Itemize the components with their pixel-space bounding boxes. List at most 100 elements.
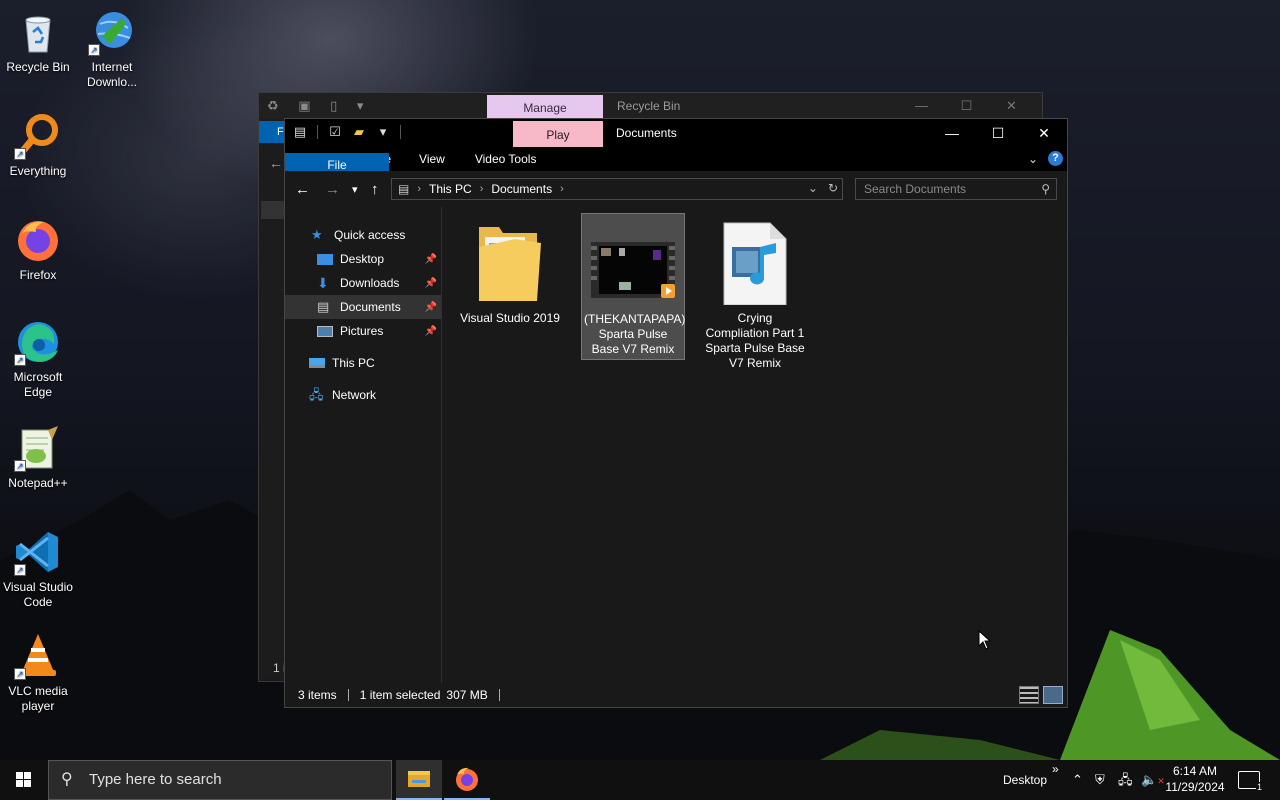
notification-count: 1	[1255, 782, 1263, 792]
shortcut-arrow-icon: ↗	[14, 354, 26, 366]
notification-center-icon[interactable]: 1	[1238, 771, 1263, 792]
security-shield-icon[interactable]: ⛨	[1095, 760, 1105, 800]
nav-label: This PC	[332, 356, 375, 370]
file-name: Crying Compliation Part 1 Sparta Pulse B…	[705, 311, 805, 370]
network-status-icon[interactable]: 🖧	[1118, 760, 1133, 800]
refresh-icon[interactable]: ↻	[828, 181, 838, 195]
documents-window[interactable]: ▤ ☑ ▰ ▾ Play Documents — ☐ ✕ File Home S…	[284, 118, 1068, 708]
close-button[interactable]: ✕	[1021, 119, 1067, 147]
maximize-button[interactable]: ☐	[975, 119, 1021, 147]
help-icon[interactable]: ?	[1048, 151, 1063, 166]
up-arrow-icon[interactable]: ↑	[371, 181, 379, 198]
search-placeholder: Search Documents	[864, 182, 967, 196]
desktop-icon-firefox[interactable]: Firefox	[0, 216, 76, 283]
file-item-video-selected[interactable]: (THEKANTAPAPA) Sparta Pulse Base V7 Remi…	[581, 213, 685, 360]
windows-logo-icon	[16, 772, 31, 787]
file-tab[interactable]: F	[259, 121, 285, 143]
separator	[498, 689, 500, 701]
desktop-icon-vlc[interactable]: ↗ VLC media player	[0, 632, 76, 714]
large-icons-view-icon[interactable]	[1043, 686, 1063, 704]
file-item-folder[interactable]: Visual Studio 2019	[458, 213, 562, 328]
minimize-button[interactable]: —	[899, 93, 944, 119]
recycle-bin-titlebar[interactable]: ♻ ▣ ▯ ▾ Manage Recycle Bin — ☐ ✕	[259, 93, 1042, 119]
window-title: Recycle Bin	[617, 99, 681, 113]
computer-icon	[309, 358, 325, 368]
nav-network[interactable]: 🖧 Network	[285, 383, 441, 407]
tab-view[interactable]: View	[405, 147, 459, 171]
nav-label: Downloads	[340, 276, 400, 290]
nav-documents[interactable]: ▤ Documents 📌	[285, 295, 441, 319]
breadcrumb-documents[interactable]: Documents	[491, 182, 552, 196]
tab-video-tools[interactable]: Video Tools	[461, 147, 551, 171]
mouse-cursor-icon	[978, 630, 992, 650]
file-explorer-icon	[408, 771, 430, 787]
new-folder-icon[interactable]: ▰	[352, 124, 366, 140]
play-tab[interactable]: Play	[513, 121, 603, 147]
nav-desktop[interactable]: Desktop 📌	[285, 247, 441, 271]
ribbon-tabs: File Home Share View Video Tools ⌄ ?	[285, 147, 1067, 177]
file-list: Visual Studio 2019 (THEKANTAPAPA) Sparta…	[442, 207, 1067, 683]
separator	[347, 689, 349, 701]
breadcrumb-this-pc[interactable]: This PC	[429, 182, 472, 196]
desktop-icon-label: Everything	[9, 164, 67, 178]
clock[interactable]: 6:14 AM 11/29/2024	[1160, 763, 1230, 795]
start-button[interactable]	[0, 760, 48, 800]
search-input[interactable]: Search Documents ⚲	[855, 178, 1057, 200]
video-thumbnail-icon	[591, 242, 675, 298]
file-item-audio[interactable]: Crying Compliation Part 1 Sparta Pulse B…	[703, 213, 807, 373]
desktop-icon-recycle-bin[interactable]: Recycle Bin	[0, 8, 76, 75]
documents-titlebar[interactable]: ▤ ☑ ▰ ▾ Play Documents — ☐ ✕	[285, 119, 1067, 147]
desktop-icon-label: Microsoft Edge	[13, 370, 63, 399]
forward-arrow-icon[interactable]: →	[325, 181, 340, 198]
nav-label: Network	[332, 388, 377, 402]
desktop-icon-vscode[interactable]: ↗ Visual Studio Code	[0, 528, 76, 610]
nav-label: Quick access	[334, 228, 406, 242]
address-bar[interactable]: ▤ › This PC › Documents › ⌄ ↻	[391, 178, 843, 200]
nav-downloads[interactable]: ⬇ Downloads 📌	[285, 271, 441, 295]
clock-date: 11/29/2024	[1165, 780, 1225, 794]
close-button[interactable]: ✕	[989, 93, 1034, 119]
navigation-pane: ★ Quick access Desktop 📌 ⬇ Downloads 📌 ▤…	[285, 207, 442, 683]
selection-size: 307 MB	[446, 688, 488, 702]
back-arrow-icon[interactable]: ←	[269, 155, 283, 171]
taskbar-file-explorer[interactable]	[396, 760, 442, 800]
folder-icon	[479, 227, 541, 301]
nav-label: Pictures	[340, 324, 384, 338]
taskbar-search-placeholder: Type here to search	[89, 771, 222, 788]
nav-pictures[interactable]: Pictures 📌	[285, 319, 441, 343]
nav-quick-access[interactable]: ★ Quick access	[285, 223, 441, 247]
back-arrow-icon[interactable]: ←	[295, 181, 310, 198]
file-name: (THEKANTAPAPA) Sparta Pulse Base V7 Remi…	[584, 312, 686, 356]
shortcut-arrow-icon: ↗	[14, 148, 26, 160]
details-view-icon[interactable]	[1019, 686, 1039, 704]
firefox-icon	[18, 221, 58, 261]
desktop-icon-microsoft-edge[interactable]: ↗ Microsoft Edge	[0, 318, 76, 400]
nav-item-fragment	[261, 201, 285, 219]
search-icon: ⚲	[61, 771, 73, 788]
item-count: 3 items	[298, 688, 337, 702]
minimize-button[interactable]: —	[929, 119, 975, 147]
nav-this-pc[interactable]: This PC	[285, 351, 441, 375]
breadcrumb-separator-icon: ›	[560, 183, 564, 195]
desktop-icon-label: VLC media player	[8, 684, 68, 713]
toolbar-overflow-icon[interactable]: »	[1052, 762, 1059, 800]
desktop-icon-everything[interactable]: ↗ Everything	[0, 112, 76, 179]
shortcut-arrow-icon: ↗	[14, 564, 26, 576]
window-title: Documents	[616, 126, 677, 140]
desktop-icon-internet-download-manager[interactable]: ↗ Internet Downlo...	[74, 8, 150, 90]
show-hidden-icons-chevron-icon[interactable]: ⌃	[1072, 760, 1083, 800]
maximize-button[interactable]: ☐	[944, 93, 989, 119]
recent-locations-chevron-icon[interactable]: ▾	[352, 183, 358, 196]
separator	[400, 125, 401, 139]
customize-toolbar-chevron-icon[interactable]: ▾	[376, 124, 390, 140]
document-icon[interactable]: ▤	[293, 124, 307, 140]
properties-icon[interactable]: ☑	[328, 124, 342, 140]
address-dropdown-chevron-icon[interactable]: ⌄	[808, 181, 818, 195]
desktop-icon-notepad-plus-plus[interactable]: ↗ Notepad++	[0, 424, 76, 491]
desktop-toolbar-label[interactable]: Desktop	[1003, 760, 1047, 800]
manage-tab[interactable]: Manage	[487, 95, 603, 119]
expand-ribbon-chevron-icon[interactable]: ⌄	[1028, 152, 1038, 166]
taskbar-firefox[interactable]	[444, 760, 490, 800]
taskbar-search-box[interactable]: ⚲ Type here to search	[48, 760, 392, 800]
file-name: Visual Studio 2019	[460, 311, 560, 325]
